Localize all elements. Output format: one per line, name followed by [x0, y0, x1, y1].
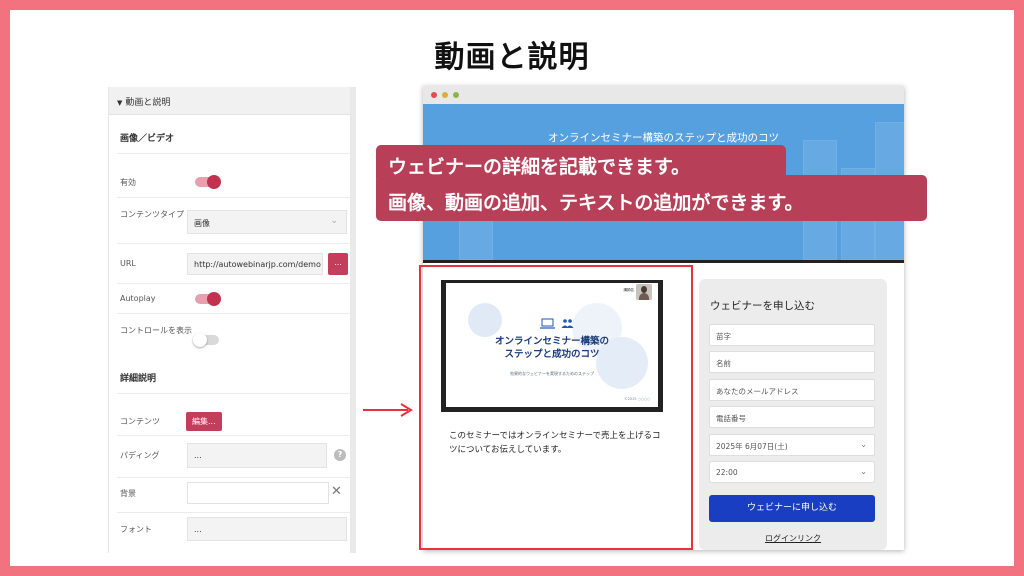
chevron-down-icon: ⌄: [330, 216, 338, 226]
signup-heading: ウェビナーを申し込む: [710, 300, 815, 312]
slide-title: 動画と説明: [434, 40, 590, 75]
autoplay-label: Autoplay: [120, 294, 156, 303]
time-value: 22:00: [716, 468, 738, 477]
time-select[interactable]: 22:00 ⌄: [709, 461, 875, 483]
toggle-knob: [207, 175, 221, 189]
chevron-down-icon: ⌄: [860, 467, 867, 476]
controls-label: コントロールを表示: [120, 326, 192, 335]
section-header[interactable]: ▼ 動画と説明: [109, 87, 351, 115]
padding-label: パディング: [120, 451, 160, 460]
chevron-down-icon: ⌄: [860, 440, 867, 449]
scrollbar[interactable]: [350, 87, 356, 553]
callout-line-1: ウェビナーの詳細を記載できます。: [388, 156, 691, 178]
divider: [117, 313, 351, 314]
edit-contents-button[interactable]: 編集...: [186, 412, 222, 431]
autoplay-toggle[interactable]: [195, 292, 221, 306]
url-input[interactable]: http://autowebinarjp.com/demo: [187, 253, 323, 275]
media-heading: 画像／ビデオ: [120, 134, 175, 144]
divider: [117, 435, 351, 436]
divider: [117, 393, 351, 394]
divider: [117, 512, 351, 513]
phone-input[interactable]: 電話番号: [709, 406, 875, 428]
hero-title: オンラインセミナー構築のステップと成功のコツ: [548, 132, 779, 144]
highlight-box: [419, 265, 693, 550]
background-label: 背景: [120, 489, 136, 498]
minimize-dot-icon[interactable]: [442, 92, 448, 98]
divider: [117, 197, 351, 198]
section-title: 動画と説明: [125, 98, 171, 108]
controls-toggle[interactable]: [193, 333, 219, 347]
divider: [117, 243, 351, 244]
email-input[interactable]: あなたのメールアドレス: [709, 379, 875, 401]
date-select[interactable]: 2025年 6月07日(土) ⌄: [709, 434, 875, 456]
contents-label: コンテンツ: [120, 417, 160, 426]
right-arrow-icon: [363, 403, 413, 417]
callout: ウェビナーの詳細を記載できます。 画像、動画の追加、テキストの追加ができます。: [376, 145, 927, 223]
toggle-knob: [193, 333, 207, 347]
font-input[interactable]: ...: [187, 517, 347, 541]
content-type-value: 画像: [194, 219, 210, 228]
date-value: 2025年 6月07日(土): [716, 442, 788, 451]
content-type-label: コンテンツタイプ: [120, 210, 184, 219]
browser-titlebar: [423, 86, 904, 104]
divider: [117, 477, 351, 478]
help-icon[interactable]: ?: [334, 449, 346, 461]
url-label: URL: [120, 259, 136, 268]
content-type-select[interactable]: 画像 ⌄: [187, 210, 347, 234]
toggle-knob: [207, 292, 221, 306]
background-input[interactable]: [187, 482, 329, 504]
signup-card: ウェビナーを申し込む 苗字 名前 あなたのメールアドレス 電話番号 2025年 …: [699, 279, 887, 550]
enabled-toggle[interactable]: [195, 175, 221, 189]
enabled-label: 有効: [120, 178, 136, 187]
hero-divider: [423, 260, 904, 263]
details-heading: 詳細説明: [120, 374, 157, 384]
divider: [117, 283, 351, 284]
name-input[interactable]: 名前: [709, 351, 875, 373]
clear-icon[interactable]: ✕: [331, 484, 342, 499]
url-browse-button[interactable]: ...: [328, 253, 348, 275]
maximize-dot-icon[interactable]: [453, 92, 459, 98]
caret-down-icon: ▼: [117, 99, 123, 107]
surname-input[interactable]: 苗字: [709, 324, 875, 346]
submit-button[interactable]: ウェビナーに申し込む: [709, 495, 875, 522]
padding-input[interactable]: ...: [187, 443, 327, 468]
editor-panel: ▼ 動画と説明 画像／ビデオ 有効 コンテンツタイプ 画像 ⌄ URL http:/…: [108, 87, 356, 553]
callout-line-2: 画像、動画の追加、テキストの追加ができます。: [388, 192, 804, 214]
login-link[interactable]: ログインリンク: [699, 533, 887, 544]
close-dot-icon[interactable]: [431, 92, 437, 98]
font-label: フォント: [120, 525, 152, 534]
divider: [117, 153, 351, 154]
